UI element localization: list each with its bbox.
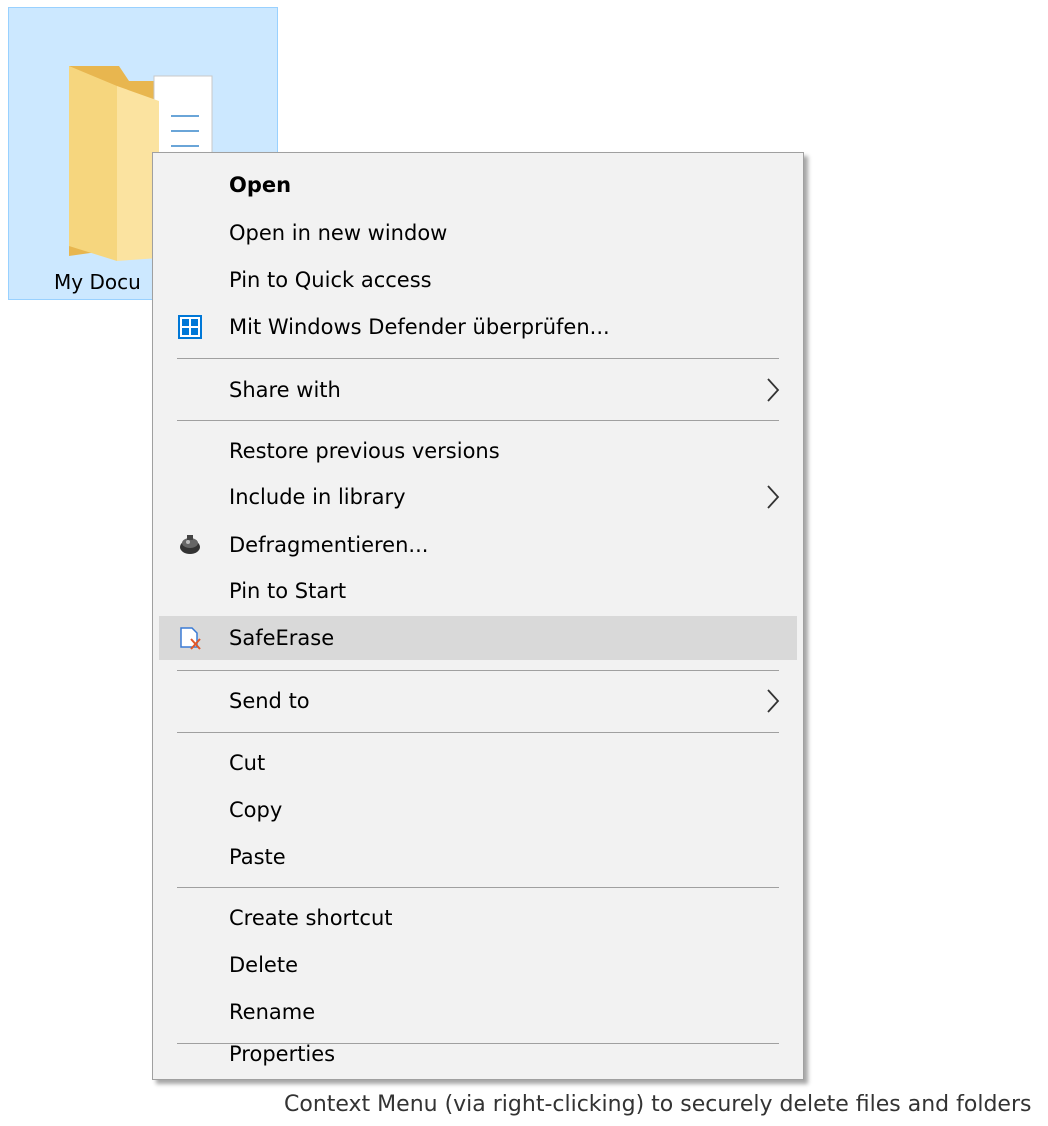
menu-item-delete[interactable]: Delete <box>159 943 797 987</box>
menu-item-label: Pin to Start <box>229 579 347 603</box>
context-menu: Open Open in new window Pin to Quick acc… <box>152 152 804 1080</box>
menu-item-label: Defragmentieren... <box>229 533 429 557</box>
menu-item-send-to[interactable]: Send to <box>159 679 797 723</box>
menu-item-pin-to-quick-access[interactable]: Pin to Quick access <box>159 258 797 302</box>
menu-item-label: Properties <box>229 1042 336 1066</box>
menu-item-label: Create shortcut <box>229 906 393 930</box>
chevron-right-icon <box>767 689 780 713</box>
menu-item-restore-previous-versions[interactable]: Restore previous versions <box>159 429 797 473</box>
menu-item-open-in-new-window[interactable]: Open in new window <box>159 211 797 255</box>
menu-separator <box>177 887 779 888</box>
chevron-right-icon <box>767 485 780 509</box>
menu-item-pin-to-start[interactable]: Pin to Start <box>159 569 797 613</box>
menu-item-label: Open <box>229 173 292 197</box>
menu-item-label: Delete <box>229 953 298 977</box>
menu-separator <box>177 670 779 671</box>
safeerase-icon <box>177 625 203 651</box>
screenshot-stage: My Docu Open Open in new window Pin to Q… <box>0 0 1048 1126</box>
menu-item-label: Copy <box>229 798 283 822</box>
menu-item-copy[interactable]: Copy <box>159 788 797 832</box>
menu-item-label: Include in library <box>229 485 406 509</box>
menu-item-cut[interactable]: Cut <box>159 741 797 785</box>
menu-item-defragmentieren[interactable]: Defragmentieren... <box>159 523 797 567</box>
menu-item-create-shortcut[interactable]: Create shortcut <box>159 896 797 940</box>
menu-item-label: Pin to Quick access <box>229 268 432 292</box>
windows-defender-shield-icon <box>177 314 203 340</box>
menu-item-label: Mit Windows Defender überprüfen... <box>229 315 610 339</box>
menu-item-label: SafeErase <box>229 626 335 650</box>
menu-item-label: Rename <box>229 1000 316 1024</box>
menu-separator <box>177 420 779 421</box>
menu-item-paste[interactable]: Paste <box>159 835 797 879</box>
menu-item-share-with[interactable]: Share with <box>159 368 797 412</box>
menu-item-label: Restore previous versions <box>229 439 500 463</box>
menu-item-open[interactable]: Open <box>159 163 797 207</box>
caption-text: Context Menu (via right-clicking) to sec… <box>284 1092 1032 1117</box>
defrag-icon <box>177 532 203 558</box>
menu-item-label: Cut <box>229 751 266 775</box>
menu-item-rename[interactable]: Rename <box>159 990 797 1034</box>
menu-item-label: Open in new window <box>229 221 448 245</box>
menu-item-label: Paste <box>229 845 286 869</box>
menu-item-label: Share with <box>229 378 341 402</box>
menu-item-windows-defender-scan[interactable]: Mit Windows Defender überprüfen... <box>159 305 797 349</box>
menu-item-safeerase[interactable]: SafeErase <box>159 616 797 660</box>
menu-item-properties[interactable]: Properties <box>159 1030 797 1076</box>
menu-separator <box>177 732 779 733</box>
menu-item-include-in-library[interactable]: Include in library <box>159 475 797 519</box>
menu-item-label: Send to <box>229 689 310 713</box>
folder-name-label: My Docu <box>54 270 141 294</box>
chevron-right-icon <box>767 378 780 402</box>
menu-separator <box>177 358 779 359</box>
